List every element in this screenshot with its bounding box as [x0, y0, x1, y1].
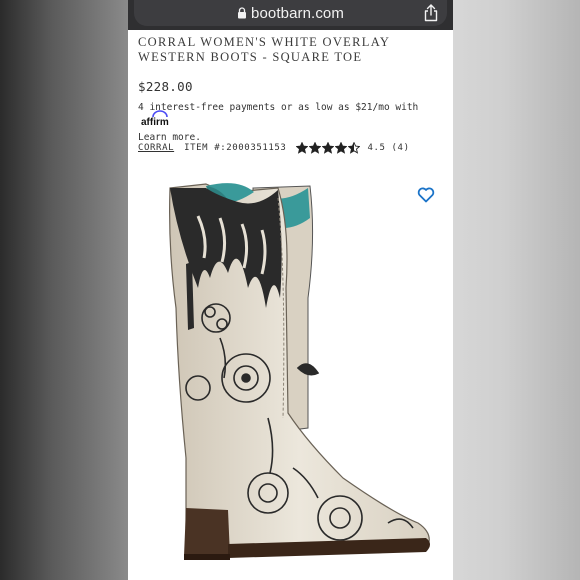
- star-icon: [348, 142, 361, 154]
- affirm-logo-text: affirm: [141, 117, 169, 128]
- payment-text: 4 interest-free payments or as low as $2…: [138, 102, 419, 113]
- share-icon[interactable]: [423, 4, 439, 22]
- star-icon: [296, 142, 309, 154]
- star-icon: [309, 142, 322, 154]
- brand-link[interactable]: CORRAL: [138, 143, 174, 153]
- lock-icon: [238, 7, 247, 19]
- affirm-logo: affirm: [141, 110, 169, 130]
- background-right: [453, 0, 580, 580]
- url-text: bootbarn.com: [251, 4, 344, 22]
- rating-stars[interactable]: [296, 142, 361, 154]
- browser-url-bar: bootbarn.com: [128, 0, 453, 30]
- product-image[interactable]: [158, 178, 443, 578]
- background-left: [0, 0, 128, 580]
- product-meta-row: CORRAL ITEM #:2000351153 4.5 (4): [138, 141, 410, 155]
- address-field[interactable]: bootbarn.com: [134, 0, 447, 26]
- product-price: $228.00: [138, 79, 193, 94]
- payment-info: 4 interest-free payments or as low as $2…: [138, 100, 438, 145]
- product-title-line-2: WESTERN BOOTS - SQUARE TOE: [138, 50, 363, 64]
- affirm-arc-icon: [152, 110, 168, 118]
- product-title: CORRAL WOMEN'S WHITE OVERLAY WESTERN BOO…: [138, 35, 438, 65]
- rating-text[interactable]: 4.5 (4): [367, 143, 409, 153]
- phone-screen: bootbarn.com CORRAL WOMEN'S WHITE OVERLA…: [128, 0, 453, 580]
- item-number: ITEM #:2000351153: [184, 143, 287, 153]
- product-title-line-1: CORRAL WOMEN'S WHITE OVERLAY: [138, 35, 391, 49]
- star-icon: [322, 142, 335, 154]
- star-icon: [335, 142, 348, 154]
